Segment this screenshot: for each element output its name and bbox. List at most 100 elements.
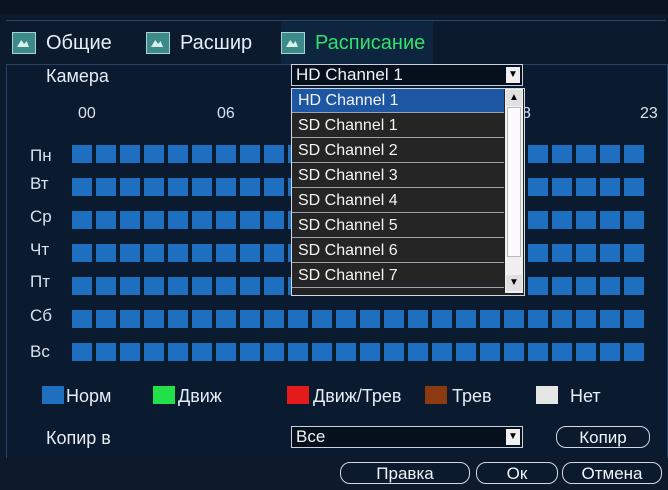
schedule-cell[interactable] <box>576 178 596 196</box>
schedule-cell[interactable] <box>168 178 188 196</box>
schedule-cell[interactable] <box>552 211 572 229</box>
schedule-cell[interactable] <box>624 244 644 262</box>
schedule-cell[interactable] <box>528 277 548 295</box>
schedule-cell[interactable] <box>384 310 404 328</box>
schedule-cell[interactable] <box>96 310 116 328</box>
copy-button[interactable]: Копир <box>556 426 650 448</box>
schedule-cell[interactable] <box>360 343 380 361</box>
schedule-cell[interactable] <box>168 145 188 163</box>
schedule-cell[interactable] <box>600 178 620 196</box>
schedule-cell[interactable] <box>600 145 620 163</box>
schedule-cell[interactable] <box>216 211 236 229</box>
schedule-cell[interactable] <box>336 343 356 361</box>
schedule-cell[interactable] <box>192 310 212 328</box>
schedule-cell[interactable] <box>120 310 140 328</box>
camera-option[interactable]: SD Channel 4 <box>292 189 504 213</box>
schedule-cell[interactable] <box>576 343 596 361</box>
schedule-cell[interactable] <box>528 211 548 229</box>
schedule-cell[interactable] <box>120 244 140 262</box>
camera-option[interactable]: HD Channel 1 <box>292 89 504 113</box>
schedule-cell[interactable] <box>264 244 284 262</box>
schedule-cell[interactable] <box>528 343 548 361</box>
schedule-cell[interactable] <box>168 211 188 229</box>
copy-to-select[interactable]: Все ▼ <box>291 426 523 448</box>
schedule-cell[interactable] <box>384 343 404 361</box>
schedule-cell[interactable] <box>312 310 332 328</box>
tab-schedule[interactable]: Расписание <box>281 21 434 65</box>
schedule-cell[interactable] <box>480 310 500 328</box>
schedule-cell[interactable] <box>600 244 620 262</box>
chevron-down-icon[interactable]: ▼ <box>506 67 520 83</box>
edit-button[interactable]: Правка <box>340 462 470 484</box>
schedule-cell[interactable] <box>96 145 116 163</box>
schedule-cell[interactable] <box>576 310 596 328</box>
schedule-cell[interactable] <box>600 343 620 361</box>
schedule-cell[interactable] <box>192 178 212 196</box>
camera-option[interactable]: SD Channel 6 <box>292 239 504 263</box>
schedule-cell[interactable] <box>240 343 260 361</box>
dropdown-scrollbar[interactable]: ▲ ▼ <box>505 89 523 293</box>
schedule-cell[interactable] <box>144 211 164 229</box>
schedule-cell[interactable] <box>288 343 308 361</box>
schedule-cell[interactable] <box>552 310 572 328</box>
chevron-down-icon[interactable]: ▼ <box>506 275 522 291</box>
schedule-cell[interactable] <box>168 244 188 262</box>
camera-select[interactable]: HD Channel 1 ▼ <box>291 64 523 86</box>
schedule-cell[interactable] <box>504 343 524 361</box>
schedule-cell[interactable] <box>360 310 380 328</box>
schedule-cell[interactable] <box>144 244 164 262</box>
schedule-cell[interactable] <box>504 310 524 328</box>
schedule-cell[interactable] <box>264 211 284 229</box>
schedule-cell[interactable] <box>600 310 620 328</box>
scrollbar-thumb[interactable] <box>507 107 521 257</box>
schedule-cell[interactable] <box>576 277 596 295</box>
schedule-cell[interactable] <box>96 178 116 196</box>
camera-option[interactable]: SD Channel 5 <box>292 214 504 238</box>
schedule-cell[interactable] <box>264 178 284 196</box>
cancel-button[interactable]: Отмена <box>562 462 662 484</box>
schedule-cell[interactable] <box>72 145 92 163</box>
tab-advanced[interactable]: Расшир <box>146 21 252 65</box>
schedule-cell[interactable] <box>72 277 92 295</box>
camera-option[interactable]: SD Channel 2 <box>292 139 504 163</box>
schedule-cell[interactable] <box>624 343 644 361</box>
schedule-cell[interactable] <box>216 343 236 361</box>
schedule-cell[interactable] <box>408 343 428 361</box>
schedule-cell[interactable] <box>264 310 284 328</box>
schedule-cell[interactable] <box>72 310 92 328</box>
schedule-cell[interactable] <box>432 343 452 361</box>
schedule-cell[interactable] <box>168 343 188 361</box>
schedule-cell[interactable] <box>528 244 548 262</box>
schedule-cell[interactable] <box>552 178 572 196</box>
schedule-cell[interactable] <box>264 145 284 163</box>
schedule-cell[interactable] <box>624 310 644 328</box>
schedule-cell[interactable] <box>96 343 116 361</box>
schedule-cell[interactable] <box>528 310 548 328</box>
camera-option[interactable]: SD Channel 1 <box>292 114 504 138</box>
schedule-cell[interactable] <box>72 244 92 262</box>
schedule-cell[interactable] <box>528 145 548 163</box>
schedule-cell[interactable] <box>336 310 356 328</box>
schedule-cell[interactable] <box>72 178 92 196</box>
schedule-cell[interactable] <box>144 145 164 163</box>
schedule-cell[interactable] <box>120 145 140 163</box>
schedule-cell[interactable] <box>96 277 116 295</box>
schedule-cell[interactable] <box>240 211 260 229</box>
schedule-cell[interactable] <box>144 343 164 361</box>
schedule-cell[interactable] <box>600 277 620 295</box>
schedule-cell[interactable] <box>240 244 260 262</box>
schedule-cell[interactable] <box>264 343 284 361</box>
schedule-cell[interactable] <box>144 178 164 196</box>
schedule-cell[interactable] <box>240 178 260 196</box>
schedule-cell[interactable] <box>624 211 644 229</box>
schedule-cell[interactable] <box>192 145 212 163</box>
schedule-cell[interactable] <box>240 277 260 295</box>
ok-button[interactable]: Ок <box>476 462 558 484</box>
chevron-down-icon[interactable]: ▼ <box>506 429 520 445</box>
schedule-cell[interactable] <box>552 277 572 295</box>
schedule-cell[interactable] <box>192 277 212 295</box>
schedule-cell[interactable] <box>528 178 548 196</box>
schedule-cell[interactable] <box>288 310 308 328</box>
schedule-cell[interactable] <box>576 244 596 262</box>
schedule-cell[interactable] <box>120 211 140 229</box>
